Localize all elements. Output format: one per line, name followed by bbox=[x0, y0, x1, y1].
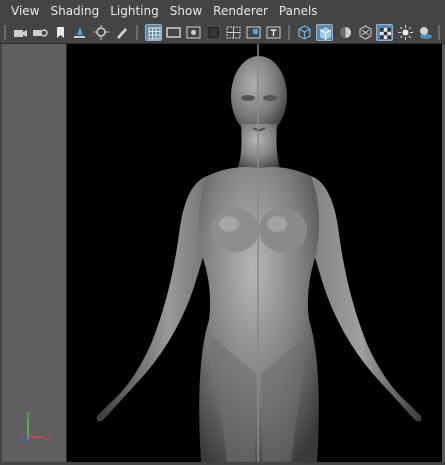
toolbar-separator bbox=[4, 25, 6, 40]
gate-mask-icon[interactable] bbox=[205, 24, 222, 41]
safe-action-icon[interactable] bbox=[245, 24, 262, 41]
toolbar-separator bbox=[438, 25, 440, 40]
field-chart-icon[interactable] bbox=[225, 24, 242, 41]
image-plane-icon[interactable] bbox=[71, 24, 88, 41]
panel-toolbar bbox=[0, 22, 445, 44]
default-material-icon[interactable] bbox=[337, 24, 354, 41]
grid-icon[interactable] bbox=[145, 24, 162, 41]
smooth-shade-icon[interactable] bbox=[316, 24, 333, 41]
model-right-arm bbox=[301, 176, 422, 422]
camera-select-icon[interactable] bbox=[12, 24, 29, 41]
menu-view[interactable]: View bbox=[0, 0, 39, 22]
toolbar-separator bbox=[136, 25, 138, 40]
xray-icon[interactable] bbox=[357, 24, 374, 41]
axis-gizmo-icon: y x z bbox=[20, 410, 51, 443]
viewport-canvas[interactable] bbox=[67, 44, 445, 462]
menu-lighting[interactable]: Lighting bbox=[99, 0, 159, 22]
viewport-gutter bbox=[2, 44, 67, 462]
use-all-lights-icon[interactable] bbox=[397, 24, 414, 41]
wireframe-icon[interactable] bbox=[296, 24, 313, 41]
shadows-icon[interactable] bbox=[417, 24, 434, 41]
menu-panels[interactable]: Panels bbox=[268, 0, 318, 22]
film-gate-icon[interactable] bbox=[165, 24, 182, 41]
menu-shading[interactable]: Shading bbox=[39, 0, 99, 22]
bookmark-icon[interactable] bbox=[52, 24, 69, 41]
resolution-gate-icon[interactable] bbox=[185, 24, 202, 41]
axis-z-label: z bbox=[20, 434, 24, 443]
safe-title-icon[interactable] bbox=[265, 24, 282, 41]
menu-renderer[interactable]: Renderer bbox=[202, 0, 268, 22]
axis-x-label: x bbox=[46, 433, 51, 442]
perspective-viewport[interactable]: y x z bbox=[0, 44, 445, 465]
textured-icon[interactable] bbox=[376, 24, 393, 41]
model-torso bbox=[198, 167, 320, 462]
2d-pan-zoom-icon[interactable] bbox=[93, 24, 110, 41]
toolbar-separator bbox=[288, 25, 290, 40]
grease-pencil-icon[interactable] bbox=[113, 24, 130, 41]
panel-menu-bar: View Shading Lighting Show Renderer Pane… bbox=[0, 0, 445, 22]
model-left-arm bbox=[96, 176, 217, 422]
axis-y-label: y bbox=[26, 410, 31, 418]
female-body-model[interactable] bbox=[67, 44, 445, 462]
menu-show[interactable]: Show bbox=[159, 0, 202, 22]
camera-attributes-icon[interactable] bbox=[31, 24, 48, 41]
